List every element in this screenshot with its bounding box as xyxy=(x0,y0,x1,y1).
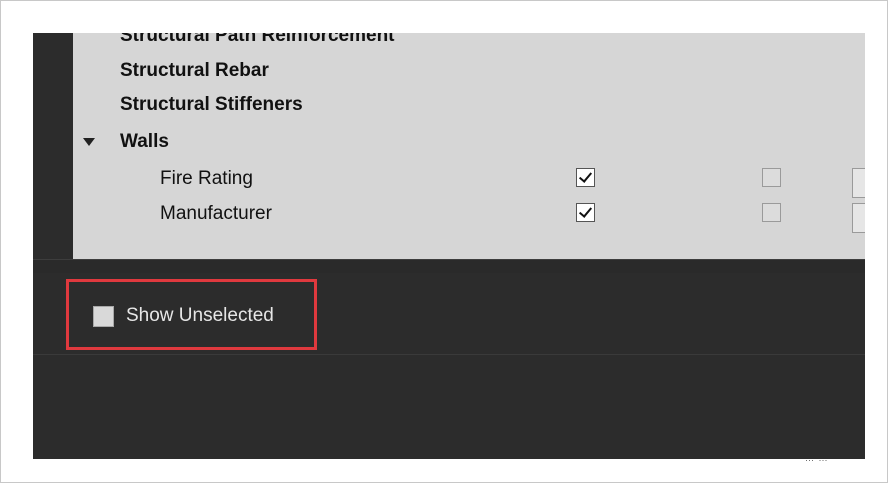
category-label: Structural Path Reinforcement xyxy=(120,33,395,46)
category-label: Structural Stiffeners xyxy=(120,94,303,115)
parameter-label: Fire Rating xyxy=(160,168,253,189)
resize-grip[interactable]: ⋯ ⋯ xyxy=(805,455,829,466)
expand-arrow-icon[interactable] xyxy=(83,138,95,146)
parameter-value-field[interactable] xyxy=(852,203,865,233)
footer-divider xyxy=(33,354,865,355)
parameter-option-checkbox[interactable] xyxy=(762,203,781,222)
category-row-structural-stiffeners[interactable]: Structural Stiffeners xyxy=(73,90,865,120)
category-label: Walls xyxy=(120,131,169,152)
parameter-row-manufacturer[interactable]: Manufacturer xyxy=(73,199,865,233)
highlight-callout-box xyxy=(66,279,317,350)
category-row-structural-rebar[interactable]: Structural Rebar xyxy=(73,56,865,86)
parameter-value-field[interactable] xyxy=(852,168,865,198)
parameter-row-fire-rating[interactable]: Fire Rating xyxy=(73,164,865,198)
category-row-structural-path-reinforcement[interactable]: Structural Path Reinforcement xyxy=(73,33,865,51)
parameter-label: Manufacturer xyxy=(160,203,272,224)
parameter-option-checkbox[interactable] xyxy=(762,168,781,187)
list-bottom-border xyxy=(33,259,865,273)
parameter-include-checkbox[interactable] xyxy=(576,168,595,187)
parameter-include-checkbox[interactable] xyxy=(576,203,595,222)
category-label: Structural Rebar xyxy=(120,60,269,81)
parameters-list: Structural Path Reinforcement Structural… xyxy=(73,33,865,259)
category-row-walls[interactable]: Walls xyxy=(73,127,865,157)
